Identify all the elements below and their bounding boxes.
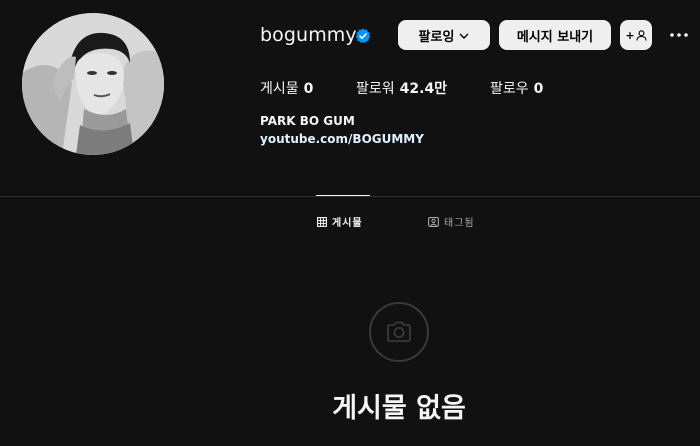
profile-avatar[interactable]: [22, 13, 164, 155]
chevron-down-icon: [459, 28, 469, 43]
stat-followers-label: 팔로워: [356, 81, 395, 97]
stat-following-label: 팔로우: [490, 81, 529, 97]
bio-full-name: PARK BO GUM: [260, 114, 355, 128]
empty-state-title: 게시물 없음: [332, 393, 466, 424]
following-button-label: 팔로잉: [418, 29, 455, 45]
stat-posts-label: 게시물: [260, 81, 299, 97]
active-tab-indicator: [316, 195, 370, 196]
bio-website-link[interactable]: youtube.com/BOGUMMY: [260, 132, 424, 146]
stat-following-count: 0: [533, 81, 544, 97]
profile-username: bogummy: [260, 24, 357, 46]
tab-tagged-label: 태그됨: [444, 218, 475, 229]
empty-state-camera: [369, 302, 429, 362]
add-user-button[interactable]: +: [620, 20, 652, 50]
camera-icon: [387, 321, 411, 342]
tab-posts-label: 게시물: [332, 218, 363, 229]
stat-following[interactable]: 팔로우 0: [490, 78, 543, 98]
plus-glyph: +: [625, 28, 635, 42]
stat-followers-count: 42.4만: [399, 81, 448, 97]
user-icon: [636, 29, 647, 41]
stat-posts-count: 0: [303, 81, 314, 97]
stat-posts: 게시물 0: [260, 78, 313, 98]
avatar-photo-icon: [22, 13, 164, 155]
verified-badge-icon: [355, 28, 371, 44]
tag-user-icon: [428, 216, 439, 227]
grid-icon: [317, 216, 327, 227]
tabs-divider: [0, 196, 700, 197]
following-button[interactable]: 팔로잉: [398, 20, 490, 50]
tab-tagged[interactable]: 태그됨: [428, 214, 475, 229]
message-button[interactable]: 메시지 보내기: [499, 20, 611, 50]
stat-followers[interactable]: 팔로워 42.4만: [356, 78, 447, 98]
profile-page: bogummy 팔로잉 메시지 보내기 + 게시물 0 팔로워 42.4만 팔로우 0: [0, 0, 700, 446]
more-options-icon[interactable]: [668, 26, 690, 44]
tab-posts[interactable]: 게시물: [317, 214, 363, 229]
